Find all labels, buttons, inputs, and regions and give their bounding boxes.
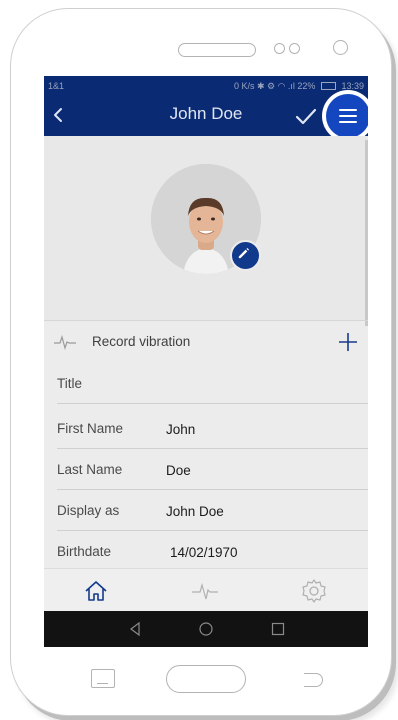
check-icon[interactable] xyxy=(294,104,318,128)
clock: 13:39 xyxy=(341,80,364,91)
field-first-name[interactable]: First Name John xyxy=(57,408,368,449)
hardware-home-button[interactable] xyxy=(166,665,246,693)
status-indicators: 0 K/s ✱ ⚙ ◠ .ıl 22% xyxy=(233,80,316,91)
battery-icon xyxy=(320,81,336,90)
field-label: Display as xyxy=(57,503,120,518)
hamburger-menu-icon xyxy=(339,109,357,127)
waveform-icon xyxy=(54,334,76,350)
home-icon[interactable] xyxy=(81,577,111,605)
front-camera xyxy=(333,40,348,55)
scrollbar[interactable] xyxy=(365,140,368,326)
record-vibration-row[interactable]: Record vibration xyxy=(44,321,368,363)
field-value[interactable]: John Doe xyxy=(166,504,224,519)
field-last-name[interactable]: Last Name Doe xyxy=(57,449,368,490)
sensor-dot xyxy=(289,43,300,54)
pencil-icon xyxy=(238,247,250,259)
carrier-label: 1&1 xyxy=(48,81,65,91)
profile-header xyxy=(44,136,368,320)
back-triangle-icon[interactable] xyxy=(127,621,143,637)
edit-photo-button[interactable] xyxy=(230,240,261,271)
field-value[interactable]: 14/02/1970 xyxy=(170,545,238,560)
home-circle-icon[interactable] xyxy=(198,621,214,637)
sensor-dot xyxy=(274,43,285,54)
field-title[interactable]: Title xyxy=(57,363,368,404)
field-label: First Name xyxy=(57,421,124,436)
menu-button[interactable] xyxy=(326,94,368,138)
record-vibration-label: Record vibration xyxy=(92,334,191,349)
hardware-back-button[interactable] xyxy=(304,673,323,687)
status-bar: 1&1 0 K/s ✱ ⚙ ◠ .ıl 22% 13:39 xyxy=(44,76,368,96)
field-value[interactable]: John xyxy=(166,422,195,437)
bottom-navigation xyxy=(44,568,368,612)
field-birthdate[interactable]: Birthdate 14/02/1970 xyxy=(57,531,368,572)
field-display-as[interactable]: Display as John Doe xyxy=(57,490,368,531)
waveform-icon[interactable] xyxy=(190,577,220,605)
app-screen: 1&1 0 K/s ✱ ⚙ ◠ .ıl 22% 13:39 John Doe R… xyxy=(44,76,368,647)
plus-icon[interactable] xyxy=(337,331,359,353)
recents-square-icon[interactable] xyxy=(270,621,286,637)
system-navigation-bar xyxy=(44,611,368,647)
field-label: Title xyxy=(57,376,83,391)
page-title: John Doe xyxy=(169,104,243,123)
field-label: Last Name xyxy=(57,462,123,477)
field-value[interactable]: Doe xyxy=(166,463,191,478)
app-bar: John Doe xyxy=(44,94,368,138)
speaker-grille xyxy=(178,43,256,57)
gear-icon[interactable] xyxy=(299,577,329,605)
field-label: Birthdate xyxy=(57,544,112,559)
hardware-recents-button[interactable] xyxy=(91,669,115,688)
